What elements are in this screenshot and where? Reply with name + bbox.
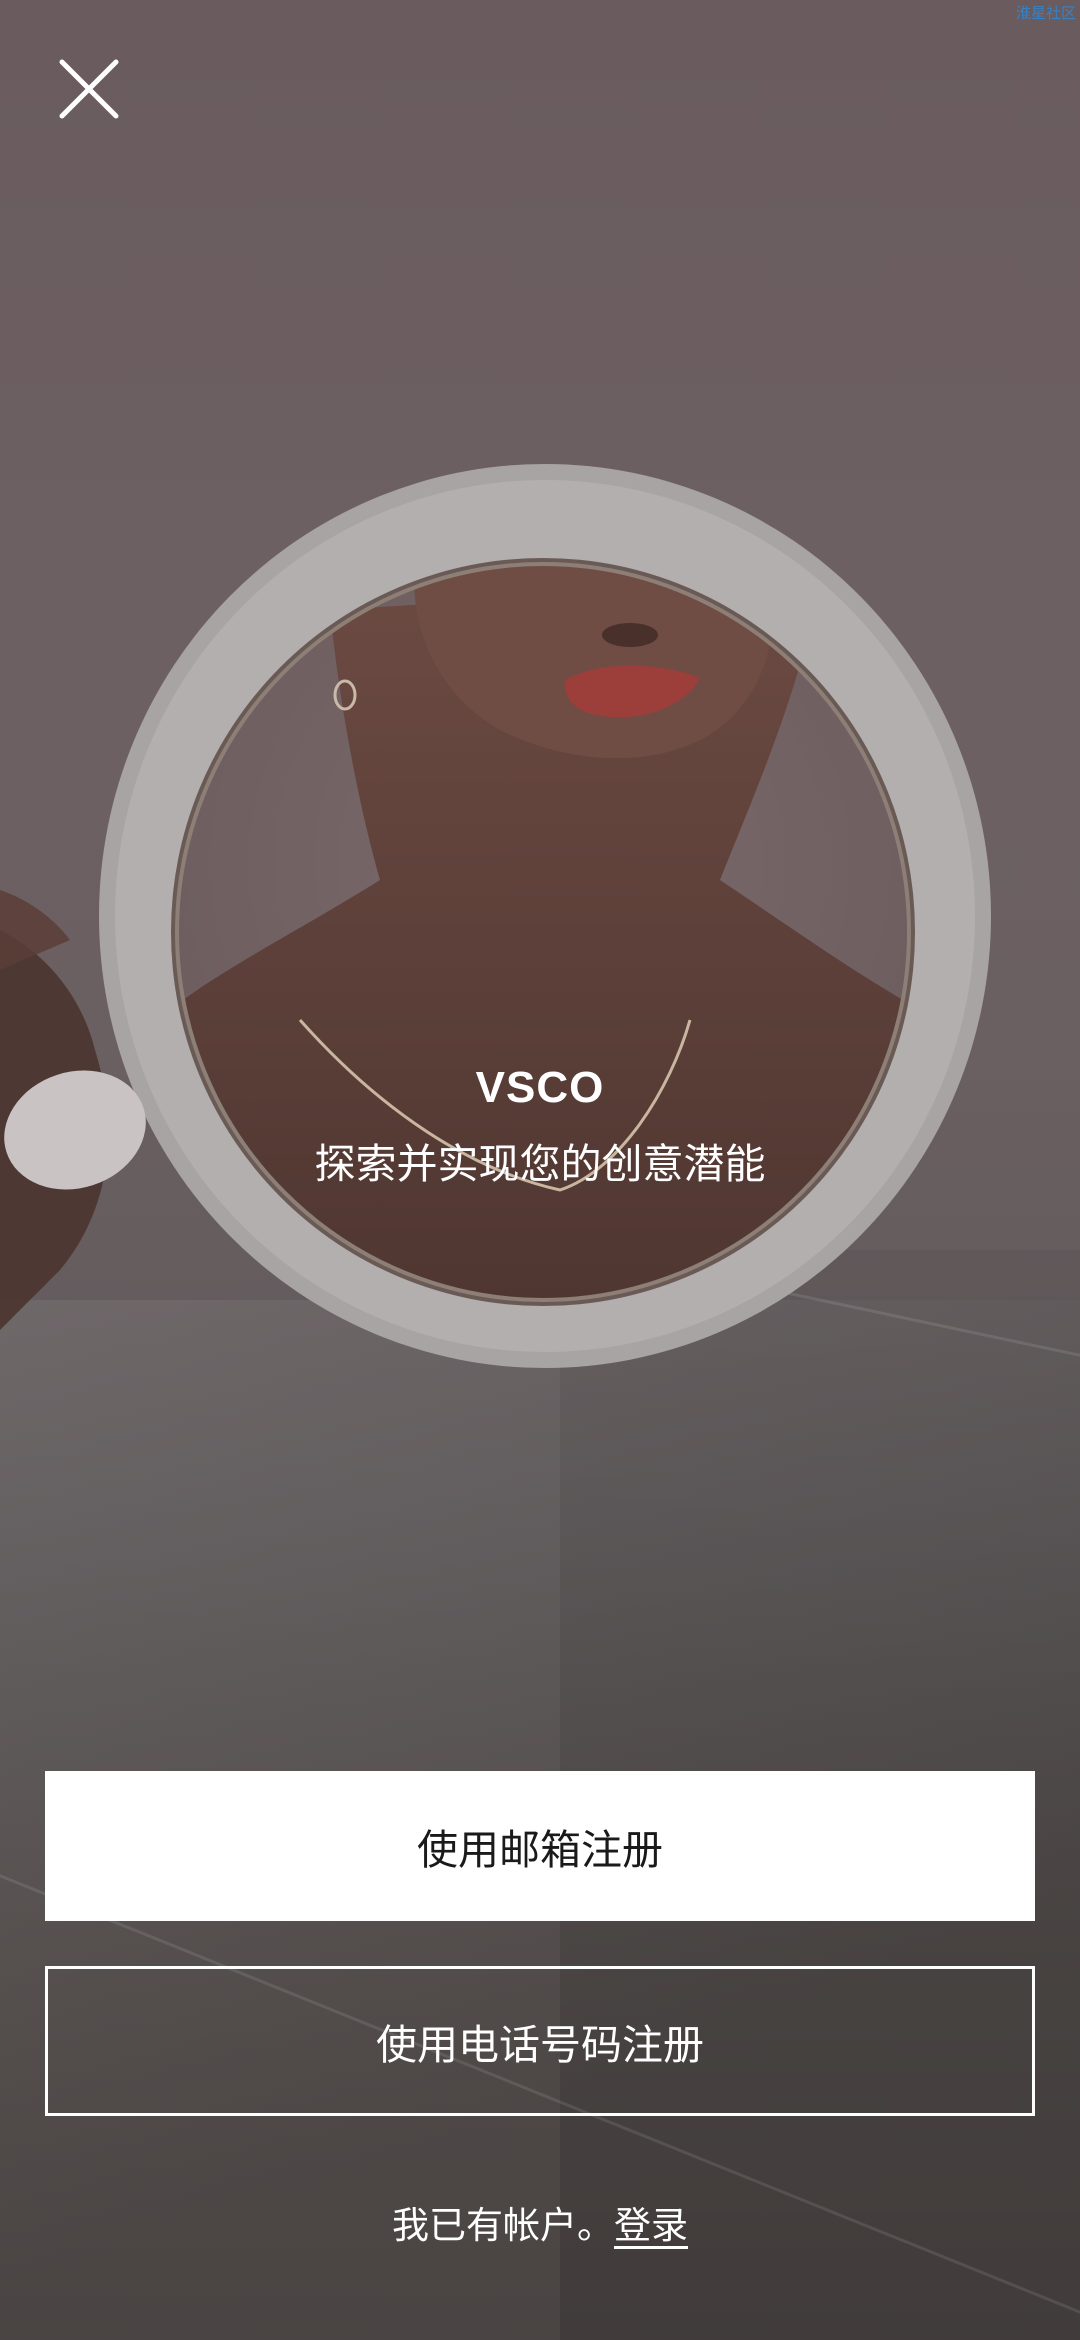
- phone-signup-button[interactable]: 使用电话号码注册: [45, 1966, 1035, 2116]
- login-link[interactable]: 登录: [614, 2204, 688, 2247]
- login-row: 我已有帐户。登录: [0, 2198, 1080, 2254]
- brand-block: VSCO 探索并实现您的创意潜能: [0, 1060, 1080, 1190]
- close-icon: [59, 59, 119, 119]
- watermark-text: 淮星社区: [1015, 4, 1076, 22]
- signup-screen: 淮星社区 VSCO 探索并实现您的创意潜能 使用邮箱注册 使用电话号码注册 我已…: [0, 0, 1080, 2340]
- close-button[interactable]: [50, 50, 128, 128]
- email-signup-button[interactable]: 使用邮箱注册: [45, 1771, 1035, 1921]
- brand-title: VSCO: [475, 1063, 605, 1112]
- email-signup-label: 使用邮箱注册: [417, 1826, 663, 1874]
- phone-signup-label: 使用电话号码注册: [376, 2021, 704, 2069]
- brand-tagline: 探索并实现您的创意潜能: [314, 1140, 766, 1188]
- background-mirror-photo: [0, 464, 991, 1368]
- login-prompt: 我已有帐户。: [392, 2204, 614, 2247]
